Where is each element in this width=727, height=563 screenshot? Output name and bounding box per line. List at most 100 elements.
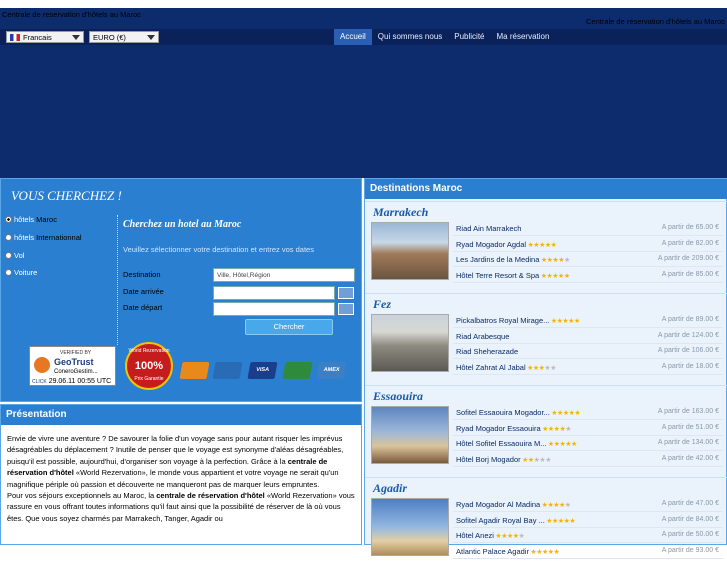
arrival-date-input[interactable] [213, 286, 335, 300]
radio-hotels-international[interactable]: hôtels Internationnal [5, 233, 82, 242]
france-flag-icon [10, 34, 20, 41]
city-photo[interactable] [371, 222, 449, 280]
selector-bar: Francais EURO (€) Accueil Qui sommes nou… [0, 29, 727, 45]
star-rating-icon: ★★★★★ [530, 548, 560, 556]
hotel-name[interactable]: Les Jardins de la Medina ★★★★★ [456, 255, 570, 264]
hotel-row[interactable]: Ryad Mogador Al Madina ★★★★★ A partir de … [453, 498, 723, 512]
nav-accueil[interactable]: Accueil [334, 29, 372, 45]
hotel-price: A partir de 106.00 € [657, 347, 719, 354]
departure-date-input[interactable] [213, 302, 335, 316]
hotel-name[interactable]: Hôtel Borj Mogador ★★★★★ [456, 455, 551, 464]
hotel-price: A partir de 65.00 € [661, 224, 719, 231]
hotel-name[interactable]: Sofitel Agadir Royal Bay ... ★★★★★ [456, 516, 576, 525]
hotel-name[interactable]: Hôtel Terre Resort & Spa ★★★★★ [456, 271, 570, 280]
hotel-name[interactable]: Sofitel Essaouira Mogador... ★★★★★ [456, 408, 581, 417]
hotel-price: A partir de 50.00 € [661, 531, 719, 538]
hotel-row[interactable]: Riad Sheherazade A partir de 106.00 € [453, 345, 723, 359]
hotel-name[interactable]: Ryad Mogador Agdal ★★★★★ [456, 240, 557, 249]
hotel-row[interactable]: Riad Ain Marrakech A partir de 65.00 € [453, 222, 723, 236]
search-panel: VOUS CHERCHEZ ! hôtels Maroc hôtels Inte… [0, 178, 362, 402]
hotel-name[interactable]: Hôtel Zahrat Al Jabal ★★★★★ [456, 363, 556, 372]
radio-label-strong: Maroc [36, 215, 57, 224]
presentation-panel: Présentation Envie de vivre une aventure… [0, 404, 362, 545]
radio-dot-icon [5, 216, 12, 223]
currency-value: EURO (€) [93, 33, 126, 42]
star-rating-icon: ★★★★★ [541, 502, 571, 509]
city-block-fez: Fez Pickalbatros Royal Mirage... ★★★★★ A p… [365, 293, 727, 379]
calendar-icon[interactable] [338, 287, 354, 299]
site-header: Centrale de reservation d'hôtels au Maro… [0, 8, 727, 178]
radio-dot-icon [5, 234, 12, 241]
hotel-name[interactable]: Atlantic Palace Agadir ★★★★★ [456, 547, 560, 556]
click-label: CLICK [32, 379, 47, 385]
search-instructions: Veuillez sélectionner votre destination … [123, 245, 314, 254]
hotel-row[interactable]: Hôtel Borj Mogador ★★★★★ A partir de 42.0… [453, 453, 723, 467]
geotrust-company: ConeroGestim... [54, 369, 98, 375]
main-nav: Accueil Qui sommes nous Publicité Ma rés… [334, 29, 555, 45]
hotel-row[interactable]: Hôtel Sofitel Essaouira M... ★★★★★ A part… [453, 437, 723, 451]
hotel-row[interactable]: Hôtel Anezi ★★★★★ A partir de 50.00 € [453, 529, 723, 543]
hotel-row[interactable]: Les Jardins de la Medina ★★★★★ A partir d… [453, 253, 723, 267]
calendar-icon[interactable] [338, 303, 354, 315]
geotrust-date: 29.06.11 00:55 UTC [48, 378, 112, 385]
paragraph-strong: centrale de réservation d'hôtel [156, 491, 265, 501]
city-photo[interactable] [371, 406, 449, 464]
radio-dot-icon [5, 269, 12, 276]
radio-label: hôtels [14, 215, 35, 224]
geotrust-logo-icon [34, 357, 50, 373]
seal-bottom-text: Prix Garantie [134, 376, 164, 382]
nav-qui-sommes-nous[interactable]: Qui sommes nous [372, 29, 448, 45]
hotel-name[interactable]: Hôtel Sofitel Essaouira M... ★★★★★ [456, 439, 577, 448]
hotel-row[interactable]: Hôtel Zahrat Al Jabal ★★★★★ A partir de 1… [453, 361, 723, 375]
radio-voiture[interactable]: Voiture [5, 268, 37, 277]
hotel-row[interactable]: Atlantic Palace Agadir ★★★★★ A partir de … [453, 545, 723, 559]
hotel-row[interactable]: Sofitel Essaouira Mogador... ★★★★★ A part… [453, 406, 723, 420]
hotel-row[interactable]: Hôtel Terre Resort & Spa ★★★★★ A partir d… [453, 269, 723, 283]
hotel-price: A partir de 93.00 € [661, 546, 719, 554]
city-name[interactable]: Marrakech [373, 205, 428, 220]
star-rating-icon: ★★★★★ [547, 441, 577, 448]
hotel-name[interactable]: Hôtel Anezi ★★★★★ [456, 531, 525, 540]
nav-ma-reservation[interactable]: Ma réservation [491, 29, 556, 45]
radio-label: Vol [14, 251, 25, 260]
radio-hotels-maroc[interactable]: hôtels Maroc [5, 215, 57, 224]
city-photo[interactable] [371, 498, 449, 556]
destinations-heading: Destinations Maroc [365, 179, 727, 199]
presentation-text: Envie de vivre une aventure ? De savoure… [7, 433, 357, 524]
header-title-right: Centrale de réservation d'hôtels au Maro… [585, 17, 725, 26]
city-block-marrakech: Marrakech Riad Ain Marrakech A partir de 6… [365, 201, 727, 287]
hotel-row[interactable]: Pickalbatros Royal Mirage... ★★★★★ A part… [453, 314, 723, 328]
destination-input[interactable]: Ville, Hôtel,Région [213, 268, 355, 282]
city-name[interactable]: Fez [373, 297, 391, 312]
hotel-row[interactable]: Riad Arabesque A partir de 124.00 € [453, 330, 723, 344]
city-name[interactable]: Agadir [373, 481, 407, 496]
top-band [0, 0, 727, 8]
currency-select[interactable]: EURO (€) [89, 31, 159, 43]
header-title: Centrale de reservation d'hôtels au Maro… [2, 10, 142, 19]
radio-vol[interactable]: Vol [5, 251, 24, 260]
radio-dot-icon [5, 252, 12, 259]
hotel-row[interactable]: Ryad Mogador Agdal ★★★★★ A partir de 82.0… [453, 238, 723, 252]
hotel-name[interactable]: Riad Arabesque [456, 332, 509, 341]
radio-label: Voiture [14, 268, 38, 277]
hotel-name[interactable]: Riad Ain Marrakech [456, 224, 521, 233]
arrival-label: Date arrivée [123, 287, 164, 296]
nav-publicite[interactable]: Publicité [448, 29, 490, 45]
hotel-name[interactable]: Riad Sheherazade [456, 347, 518, 356]
search-subheading: Cherchez un hotel au Maroc [123, 219, 242, 230]
hotel-name[interactable]: Pickalbatros Royal Mirage... ★★★★★ [456, 316, 580, 325]
hotel-row[interactable]: Ryad Mogador Essaouira ★★★★★ A partir de … [453, 422, 723, 436]
search-button[interactable]: Chercher [245, 319, 333, 335]
hotel-name[interactable]: Ryad Mogador Al Madina ★★★★★ [456, 500, 571, 509]
hotel-row[interactable]: Sofitel Agadir Royal Bay ... ★★★★★ A part… [453, 514, 723, 528]
radio-label-strong: Internationnal [36, 233, 82, 242]
city-photo[interactable] [371, 314, 449, 372]
language-select[interactable]: Francais [6, 31, 84, 43]
hotel-name[interactable]: Ryad Mogador Essaouira ★★★★★ [456, 424, 571, 433]
city-block-essaouira: Essaouira Sofitel Essaouira Mogador... ★★… [365, 385, 727, 471]
star-rating-icon: ★★★★★ [551, 410, 581, 417]
hotel-price: A partir de 134.00 € [657, 439, 719, 446]
star-rating-icon: ★★★★★ [495, 533, 525, 540]
geotrust-badge[interactable]: VERIFIED BY GeoTrust ConeroGestim... CLI… [29, 346, 116, 386]
city-name[interactable]: Essaouira [373, 389, 423, 404]
